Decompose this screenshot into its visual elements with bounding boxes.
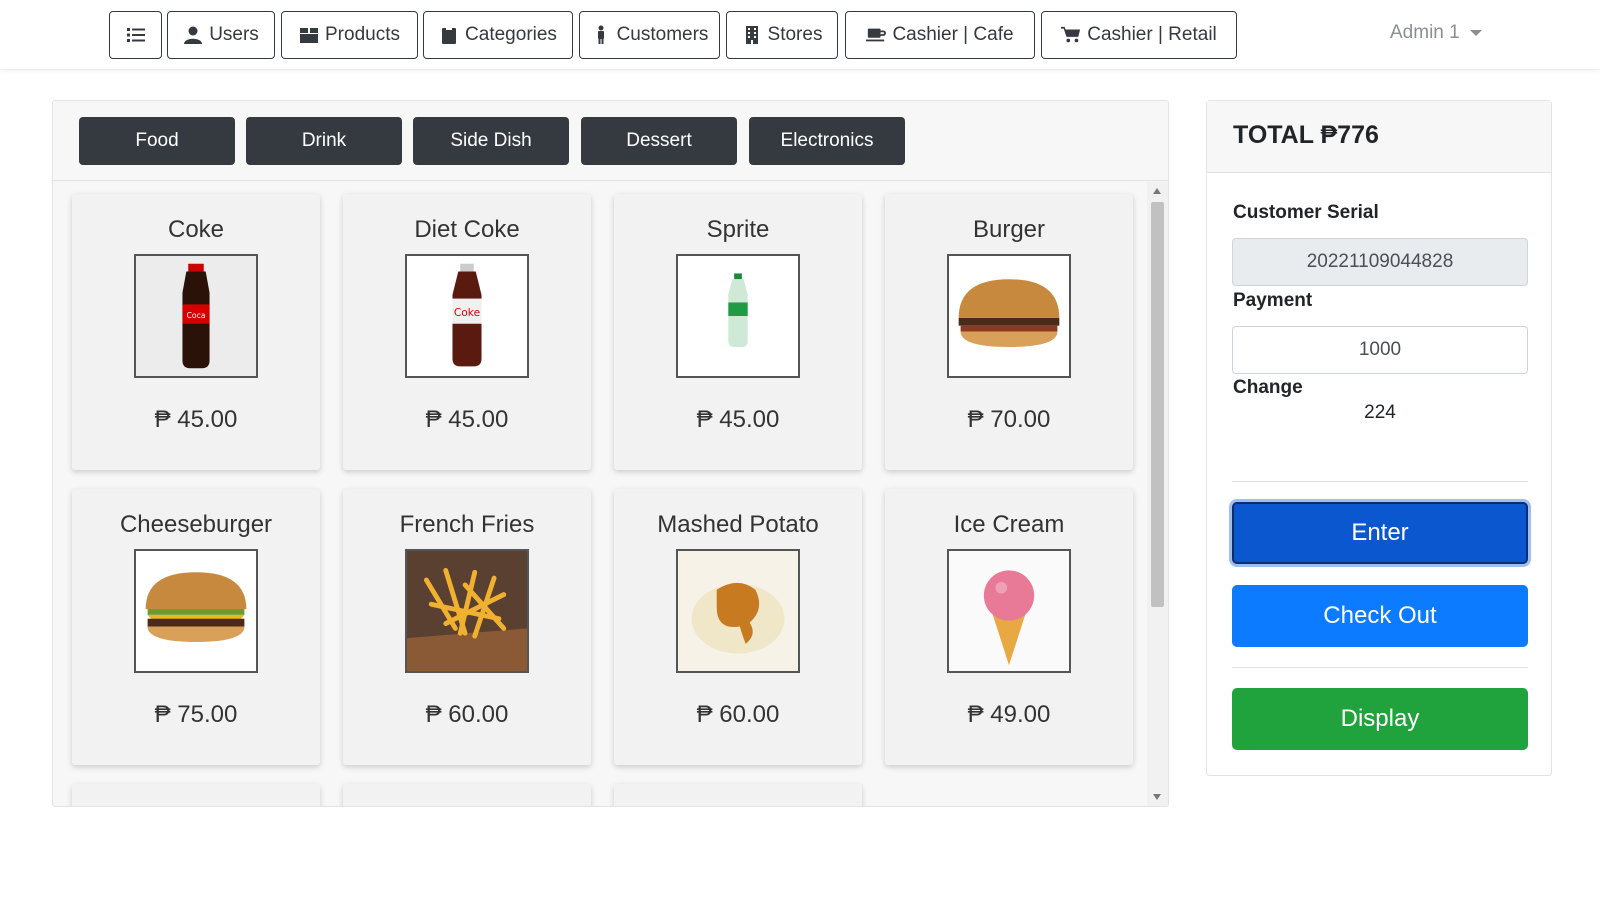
divider bbox=[1232, 481, 1528, 482]
product-card[interactable]: Coke Coca ₱ 45.00 bbox=[72, 194, 320, 470]
svg-text:Coca: Coca bbox=[186, 311, 205, 320]
nav-categories-label: Categories bbox=[465, 24, 557, 45]
product-card[interactable]: Ice Cream ₱ 49.00 bbox=[885, 489, 1133, 765]
scroll-down-icon[interactable] bbox=[1153, 794, 1161, 800]
cart-icon bbox=[1061, 26, 1081, 43]
product-image-coke: Coca bbox=[134, 254, 258, 378]
nav-products-button[interactable]: Products bbox=[281, 11, 418, 59]
category-dessert-button[interactable]: Dessert bbox=[581, 117, 737, 165]
admin-dropdown[interactable]: Admin 1 bbox=[1390, 22, 1482, 44]
product-image-ice-cream bbox=[947, 549, 1071, 673]
divider bbox=[1232, 667, 1528, 668]
product-image-cheeseburger bbox=[134, 549, 258, 673]
category-bar: Food Drink Side Dish Dessert Electronics bbox=[53, 101, 1168, 181]
nav-products-label: Products bbox=[325, 24, 400, 45]
category-side-dish-button[interactable]: Side Dish bbox=[413, 117, 569, 165]
product-price: ₱ 60.00 bbox=[425, 701, 509, 728]
product-price: ₱ 60.00 bbox=[696, 701, 780, 728]
nav-stores-label: Stores bbox=[767, 24, 823, 45]
clipboard-icon bbox=[442, 26, 457, 44]
product-grid: Coke Coca ₱ 45.00 Diet Coke Coke ₱ 45.00… bbox=[53, 182, 1147, 806]
change-value: 224 bbox=[1364, 402, 1396, 423]
product-card[interactable]: Cheeseburger ₱ 75.00 bbox=[72, 489, 320, 765]
checkout-header: TOTAL ₱776 bbox=[1207, 101, 1551, 173]
scroll-up-icon[interactable] bbox=[1153, 188, 1161, 194]
nav-customers-label: Customers bbox=[616, 24, 709, 45]
product-image-mashed-potato bbox=[676, 549, 800, 673]
product-name: Mashed Potato bbox=[657, 511, 819, 538]
user-icon bbox=[184, 26, 203, 44]
product-price: ₱ 45.00 bbox=[425, 406, 509, 433]
product-card[interactable]: French Fries ₱ 60.00 bbox=[343, 489, 591, 765]
cup-icon bbox=[866, 28, 887, 42]
person-icon bbox=[597, 25, 604, 44]
product-name: Coke bbox=[167, 216, 225, 243]
svg-text:Coke: Coke bbox=[454, 306, 480, 319]
product-price: ₱ 45.00 bbox=[696, 406, 780, 433]
total-label: TOTAL ₱776 bbox=[1233, 121, 1379, 149]
menu-toggle-button[interactable] bbox=[109, 11, 162, 59]
product-card[interactable]: Burger ₱ 70.00 bbox=[885, 194, 1133, 470]
building-icon bbox=[745, 26, 758, 44]
box-icon bbox=[300, 28, 318, 43]
product-image-diet-coke: Coke bbox=[405, 254, 529, 378]
product-name: Burger bbox=[972, 216, 1046, 243]
category-electronics-button[interactable]: Electronics bbox=[749, 117, 905, 165]
check-out-button[interactable]: Check Out bbox=[1232, 585, 1528, 647]
nav-users-button[interactable]: Users bbox=[167, 11, 275, 59]
nav-cashier-retail-label: Cashier | Retail bbox=[1087, 24, 1217, 45]
product-name: Diet Coke bbox=[414, 216, 520, 243]
change-label: Change bbox=[1233, 377, 1303, 398]
nav-stores-button[interactable]: Stores bbox=[726, 11, 838, 59]
product-name: Ice Cream bbox=[953, 511, 1065, 538]
product-name: Cheeseburger bbox=[119, 511, 273, 538]
customer-serial-field[interactable]: 20221109044828 bbox=[1232, 238, 1528, 286]
category-food-button[interactable]: Food bbox=[79, 117, 235, 165]
caret-down-icon bbox=[1469, 30, 1482, 36]
product-grid-scrollbar[interactable] bbox=[1147, 182, 1168, 806]
admin-label: Admin 1 bbox=[1390, 22, 1460, 43]
products-panel: Food Drink Side Dish Dessert Electronics… bbox=[52, 100, 1169, 807]
product-price: ₱ 70.00 bbox=[967, 406, 1051, 433]
payment-label: Payment bbox=[1233, 290, 1313, 311]
product-card[interactable] bbox=[614, 784, 862, 806]
category-drink-button[interactable]: Drink bbox=[246, 117, 402, 165]
product-price: ₱ 49.00 bbox=[967, 701, 1051, 728]
product-card[interactable]: Sprite ₱ 45.00 bbox=[614, 194, 862, 470]
product-price: ₱ 75.00 bbox=[154, 701, 238, 728]
product-name: Sprite bbox=[706, 216, 770, 243]
list-icon bbox=[126, 28, 145, 42]
product-image-burger bbox=[947, 254, 1071, 378]
nav-categories-button[interactable]: Categories bbox=[423, 11, 573, 59]
product-card[interactable]: Mashed Potato ₱ 60.00 bbox=[614, 489, 862, 765]
customer-serial-label: Customer Serial bbox=[1233, 202, 1379, 223]
nav-cashier-cafe-button[interactable]: Cashier | Cafe bbox=[845, 11, 1035, 59]
checkout-panel: TOTAL ₱776 Customer Serial 2022110904482… bbox=[1206, 100, 1552, 776]
product-price: ₱ 45.00 bbox=[154, 406, 238, 433]
product-name: French Fries bbox=[399, 511, 535, 538]
product-card[interactable] bbox=[343, 784, 591, 806]
nav-users-label: Users bbox=[209, 24, 259, 45]
product-image-french-fries bbox=[405, 549, 529, 673]
nav-customers-button[interactable]: Customers bbox=[579, 11, 720, 59]
scroll-thumb[interactable] bbox=[1151, 202, 1164, 607]
payment-input[interactable]: 1000 bbox=[1232, 326, 1528, 374]
product-card[interactable] bbox=[72, 784, 320, 806]
nav-cashier-retail-button[interactable]: Cashier | Retail bbox=[1041, 11, 1237, 59]
product-card[interactable]: Diet Coke Coke ₱ 45.00 bbox=[343, 194, 591, 470]
top-navbar: Users Products Categories Customers Stor… bbox=[0, 0, 1600, 70]
nav-cashier-cafe-label: Cashier | Cafe bbox=[892, 24, 1014, 45]
product-image-sprite bbox=[676, 254, 800, 378]
display-button[interactable]: Display bbox=[1232, 688, 1528, 750]
enter-button[interactable]: Enter bbox=[1232, 502, 1528, 564]
